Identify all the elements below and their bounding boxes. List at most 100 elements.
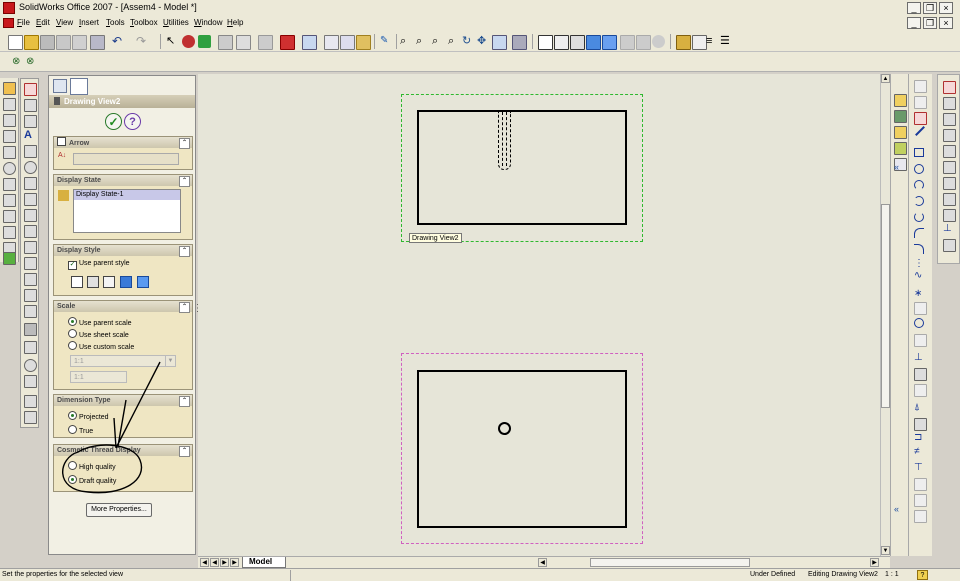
use-sheet-scale-radio[interactable] — [68, 329, 77, 338]
expand-left-icon[interactable]: « — [894, 504, 905, 515]
perspective-icon[interactable] — [636, 35, 651, 50]
alternate-position-icon[interactable] — [3, 210, 16, 223]
use-sheet-scale-row[interactable]: Use sheet scale — [68, 329, 129, 339]
offset-icon[interactable] — [914, 318, 924, 328]
circle-tool-icon[interactable] — [914, 164, 924, 174]
fillet-icon[interactable] — [914, 228, 924, 238]
use-custom-scale-row[interactable]: Use custom scale — [68, 341, 134, 351]
vertical-scrollbar[interactable]: ▲ ▼ — [880, 74, 890, 556]
standard-views-icon[interactable] — [512, 35, 527, 50]
arrow-label-field[interactable] — [73, 153, 179, 165]
line-thickness-icon[interactable]: ≡ — [706, 35, 719, 48]
zoom-fit-icon[interactable]: ⌕ — [400, 35, 413, 48]
quick-tips-icon[interactable]: ? — [917, 570, 928, 580]
scroll-up-arrow-icon[interactable]: ▲ — [881, 74, 890, 83]
next-sheet-arrow-icon[interactable]: ▶ — [220, 558, 229, 567]
chamfer-dim-icon[interactable] — [943, 161, 956, 174]
search-icon[interactable] — [894, 142, 907, 155]
spline-icon[interactable]: ∿ — [914, 270, 922, 281]
scroll-right-arrow-icon[interactable]: ▶ — [870, 558, 879, 567]
layout-icon[interactable] — [324, 35, 339, 50]
mirror-icon[interactable] — [914, 384, 927, 397]
arc-tool-icon[interactable] — [914, 180, 924, 190]
angular-running-icon[interactable] — [943, 177, 956, 190]
ellipse-icon[interactable] — [914, 244, 924, 254]
panel-splitter-handle[interactable]: ⋮ — [193, 304, 203, 319]
display-state-item[interactable]: Display State-1 — [74, 190, 180, 200]
zoom-area-icon[interactable]: ⌕ — [416, 35, 429, 48]
hole-callout-icon[interactable] — [24, 241, 37, 254]
geometric-tolerance-icon[interactable] — [24, 257, 37, 270]
collapse-chevron-icon[interactable]: ⌃ — [179, 246, 190, 257]
smart-dim-sketch-icon[interactable] — [914, 96, 927, 109]
fully-define-icon[interactable] — [943, 193, 956, 206]
view-icon[interactable] — [492, 35, 507, 50]
hidden-removed-style-button[interactable] — [103, 276, 115, 288]
drawing-canvas[interactable]: Drawing View2 — [198, 74, 880, 556]
datum-icon[interactable]: ⊥ — [943, 223, 952, 234]
sketch-icon[interactable]: ✎ — [380, 35, 393, 48]
rotate-entities-icon[interactable]: ≠ — [914, 446, 920, 457]
home-icon[interactable] — [894, 94, 907, 107]
first-sheet-arrow-icon[interactable]: ◀ — [200, 558, 209, 567]
help-book-icon[interactable] — [356, 35, 371, 50]
arrow-group-header[interactable]: Arrow ⌃ — [54, 137, 192, 149]
hidden-visible-style-button[interactable] — [87, 276, 99, 288]
document-icon[interactable] — [3, 18, 14, 28]
add-relation-icon[interactable]: ⊥ — [914, 352, 923, 363]
copy-entities-icon[interactable] — [914, 478, 927, 491]
section-view-icon[interactable] — [620, 35, 635, 50]
cosmetic-thread-icon[interactable] — [24, 305, 37, 318]
detail-view-icon[interactable] — [3, 162, 16, 175]
sketch-tool-icon[interactable] — [914, 80, 927, 93]
shaded-edges-style-button[interactable] — [120, 276, 132, 288]
feature-manager-tab[interactable] — [53, 79, 67, 93]
copy-icon[interactable] — [90, 35, 105, 50]
dim-icon[interactable] — [943, 81, 956, 94]
ordinate-icon[interactable] — [943, 145, 956, 158]
use-parent-scale-radio[interactable] — [68, 317, 77, 326]
high-quality-radio[interactable] — [68, 461, 77, 470]
drawing-view2-outline[interactable] — [417, 110, 627, 225]
vertical-scroll-thumb[interactable] — [881, 204, 890, 408]
use-parent-style-checkbox[interactable]: ✓ — [68, 261, 77, 270]
property-manager-tab[interactable] — [70, 78, 88, 95]
doc-restore-button[interactable]: ❐ — [923, 17, 937, 29]
surface-finish-icon[interactable] — [24, 209, 37, 222]
weld-icon[interactable] — [943, 239, 956, 252]
undo-icon[interactable]: ↶ — [112, 35, 125, 48]
display-relations-icon[interactable] — [914, 368, 927, 381]
menu-window[interactable]: Window — [194, 18, 222, 27]
collapse-chevron-icon[interactable]: ⌃ — [179, 138, 190, 149]
doc-close-button[interactable]: × — [939, 17, 953, 29]
centerline-tool-icon[interactable]: ⋮ — [914, 258, 924, 269]
centerline-icon[interactable] — [24, 375, 37, 388]
collapse-chevron-icon[interactable]: ⌃ — [179, 396, 190, 407]
shaded-icon[interactable] — [602, 35, 617, 50]
zoom-selection-icon[interactable]: ⌕ — [448, 35, 461, 48]
block-icon[interactable] — [24, 341, 37, 354]
minimize-button[interactable]: _ — [907, 2, 921, 14]
traffic-light-icon[interactable] — [198, 35, 211, 48]
point-icon[interactable]: ∗ — [914, 288, 922, 299]
projected-radio[interactable] — [68, 411, 77, 420]
predefined-view-icon[interactable] — [3, 252, 16, 265]
restore-button[interactable]: ❐ — [923, 2, 937, 14]
auxiliary-view-icon[interactable] — [3, 130, 16, 143]
crop-view-icon[interactable] — [3, 194, 16, 207]
drawing-view1-outline[interactable] — [417, 370, 627, 528]
scroll-down-arrow-icon[interactable]: ▼ — [881, 546, 890, 555]
arrow-checkbox[interactable] — [57, 137, 66, 146]
sketch-picture-icon[interactable] — [914, 510, 927, 523]
revision-cloud-icon[interactable] — [24, 411, 37, 424]
high-quality-row[interactable]: High quality — [68, 461, 116, 471]
projected-row[interactable]: Projected — [68, 411, 109, 421]
display-state-header[interactable]: Display State ⌃ — [54, 175, 192, 187]
scroll-left-arrow-icon[interactable]: ◀ — [538, 558, 547, 567]
modify-sketch-icon[interactable] — [914, 418, 927, 431]
collapse-left-icon[interactable]: « — [894, 162, 905, 173]
vertical-dim-icon[interactable] — [943, 113, 956, 126]
draft-quality-radio[interactable] — [68, 475, 77, 484]
sheet-icon[interactable] — [340, 35, 355, 50]
model-items-icon[interactable] — [24, 99, 37, 112]
